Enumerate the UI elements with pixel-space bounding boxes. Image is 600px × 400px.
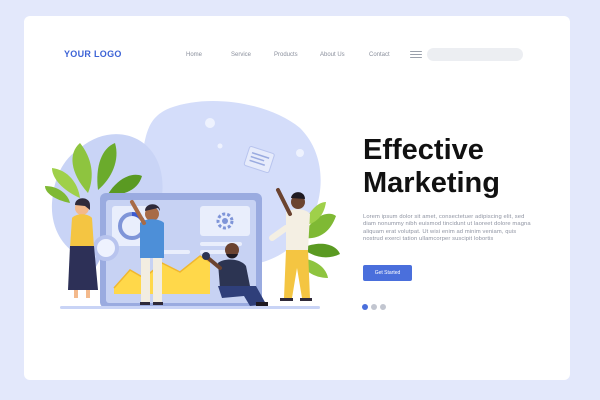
- decor-circle: [217, 143, 223, 149]
- logo[interactable]: YOUR LOGO: [64, 49, 122, 59]
- hero-title-line1: Effective: [363, 134, 484, 166]
- decor-circle: [296, 149, 304, 157]
- decor-circle: [205, 118, 215, 128]
- search-input[interactable]: [427, 48, 523, 61]
- nav-link-home[interactable]: Home: [186, 52, 202, 58]
- hero-title: Effective Marketing: [363, 134, 500, 200]
- carousel-dot-2[interactable]: [371, 304, 377, 310]
- get-started-button[interactable]: Get Started: [363, 265, 412, 281]
- carousel-dot-1[interactable]: [362, 304, 368, 310]
- nav-link-products[interactable]: Products: [274, 52, 298, 58]
- hero-description: Lorem ipsum dolor sit amet, consectetuer…: [363, 214, 531, 243]
- carousel-dots: [362, 304, 386, 310]
- nav-link-about-us[interactable]: About Us: [320, 52, 345, 58]
- hero-title-line2: Marketing: [363, 167, 500, 199]
- hamburger-menu-icon[interactable]: [410, 51, 422, 59]
- landing-page-card: YOUR LOGO Home Service Products About Us…: [24, 16, 570, 380]
- nav-link-service[interactable]: Service: [231, 52, 251, 58]
- nav-link-contact[interactable]: Contact: [369, 52, 390, 58]
- carousel-dot-3[interactable]: [380, 304, 386, 310]
- marketing-team-illustration: [45, 100, 340, 309]
